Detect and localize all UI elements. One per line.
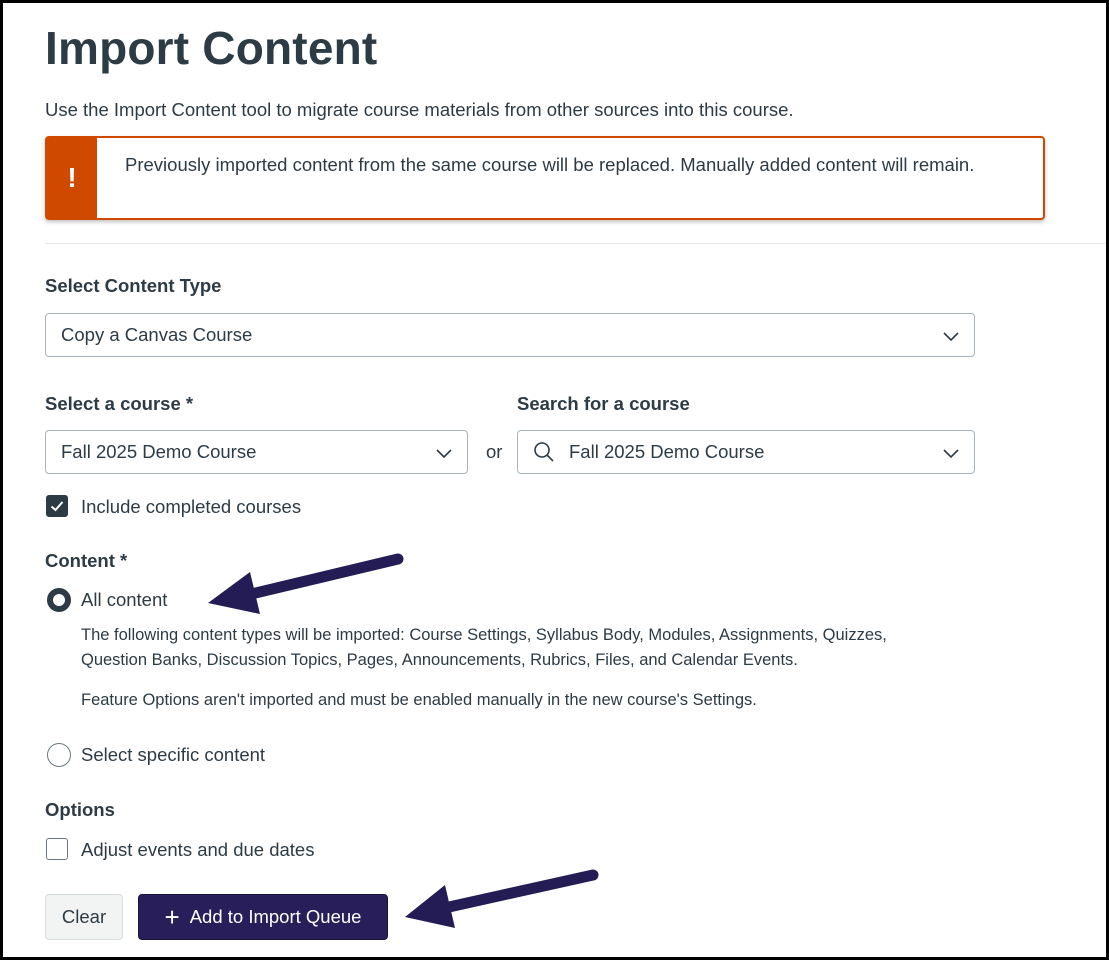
chevron-down-icon bbox=[943, 449, 959, 459]
checkmark-icon bbox=[50, 501, 64, 512]
course-search-value: Fall 2025 Demo Course bbox=[569, 441, 765, 462]
warning-alert: ! Previously imported content from the s… bbox=[45, 136, 1045, 220]
chevron-down-icon bbox=[943, 332, 959, 342]
course-search-label: Search for a course bbox=[517, 393, 690, 414]
feature-options-note: Feature Options aren't imported and must… bbox=[81, 691, 757, 709]
clear-button[interactable]: Clear bbox=[45, 894, 123, 940]
all-content-description: The following content types will be impo… bbox=[81, 626, 887, 669]
add-to-import-queue-button[interactable]: + Add to Import Queue bbox=[138, 894, 388, 940]
content-type-value: Copy a Canvas Course bbox=[61, 324, 253, 345]
warning-icon: ! bbox=[47, 138, 97, 218]
options-label: Options bbox=[45, 799, 115, 820]
all-content-label: All content bbox=[81, 589, 168, 610]
specific-content-radio[interactable] bbox=[47, 743, 71, 767]
include-completed-label: Include completed courses bbox=[81, 496, 302, 517]
annotation-arrow-icon bbox=[405, 869, 599, 928]
search-icon bbox=[534, 442, 554, 462]
content-type-select[interactable]: Copy a Canvas Course bbox=[45, 313, 975, 357]
course-select-value: Fall 2025 Demo Course bbox=[61, 441, 257, 462]
chevron-down-icon bbox=[436, 449, 452, 459]
add-button-label: Add to Import Queue bbox=[189, 906, 362, 927]
annotation-arrow-icon bbox=[208, 553, 404, 614]
or-separator: or bbox=[486, 441, 503, 462]
specific-content-label: Select specific content bbox=[81, 744, 266, 765]
content-label: Content * bbox=[45, 550, 128, 571]
alert-text: Previously imported content from the sam… bbox=[125, 154, 975, 175]
include-completed-checkbox[interactable] bbox=[46, 495, 68, 517]
page-title: Import Content bbox=[45, 22, 378, 74]
plus-icon: + bbox=[164, 902, 180, 932]
course-select[interactable]: Fall 2025 Demo Course bbox=[45, 430, 468, 474]
all-content-radio[interactable] bbox=[47, 588, 71, 612]
content-type-label: Select Content Type bbox=[45, 275, 222, 296]
page-intro: Use the Import Content tool to migrate c… bbox=[45, 99, 794, 120]
adjust-dates-checkbox[interactable] bbox=[46, 838, 68, 860]
divider bbox=[45, 243, 1106, 244]
course-search-input[interactable]: Fall 2025 Demo Course bbox=[517, 430, 975, 474]
adjust-dates-label: Adjust events and due dates bbox=[81, 839, 315, 860]
page-frame: Import Content Use the Import Content to… bbox=[0, 0, 1109, 960]
course-select-label: Select a course * bbox=[45, 393, 194, 414]
